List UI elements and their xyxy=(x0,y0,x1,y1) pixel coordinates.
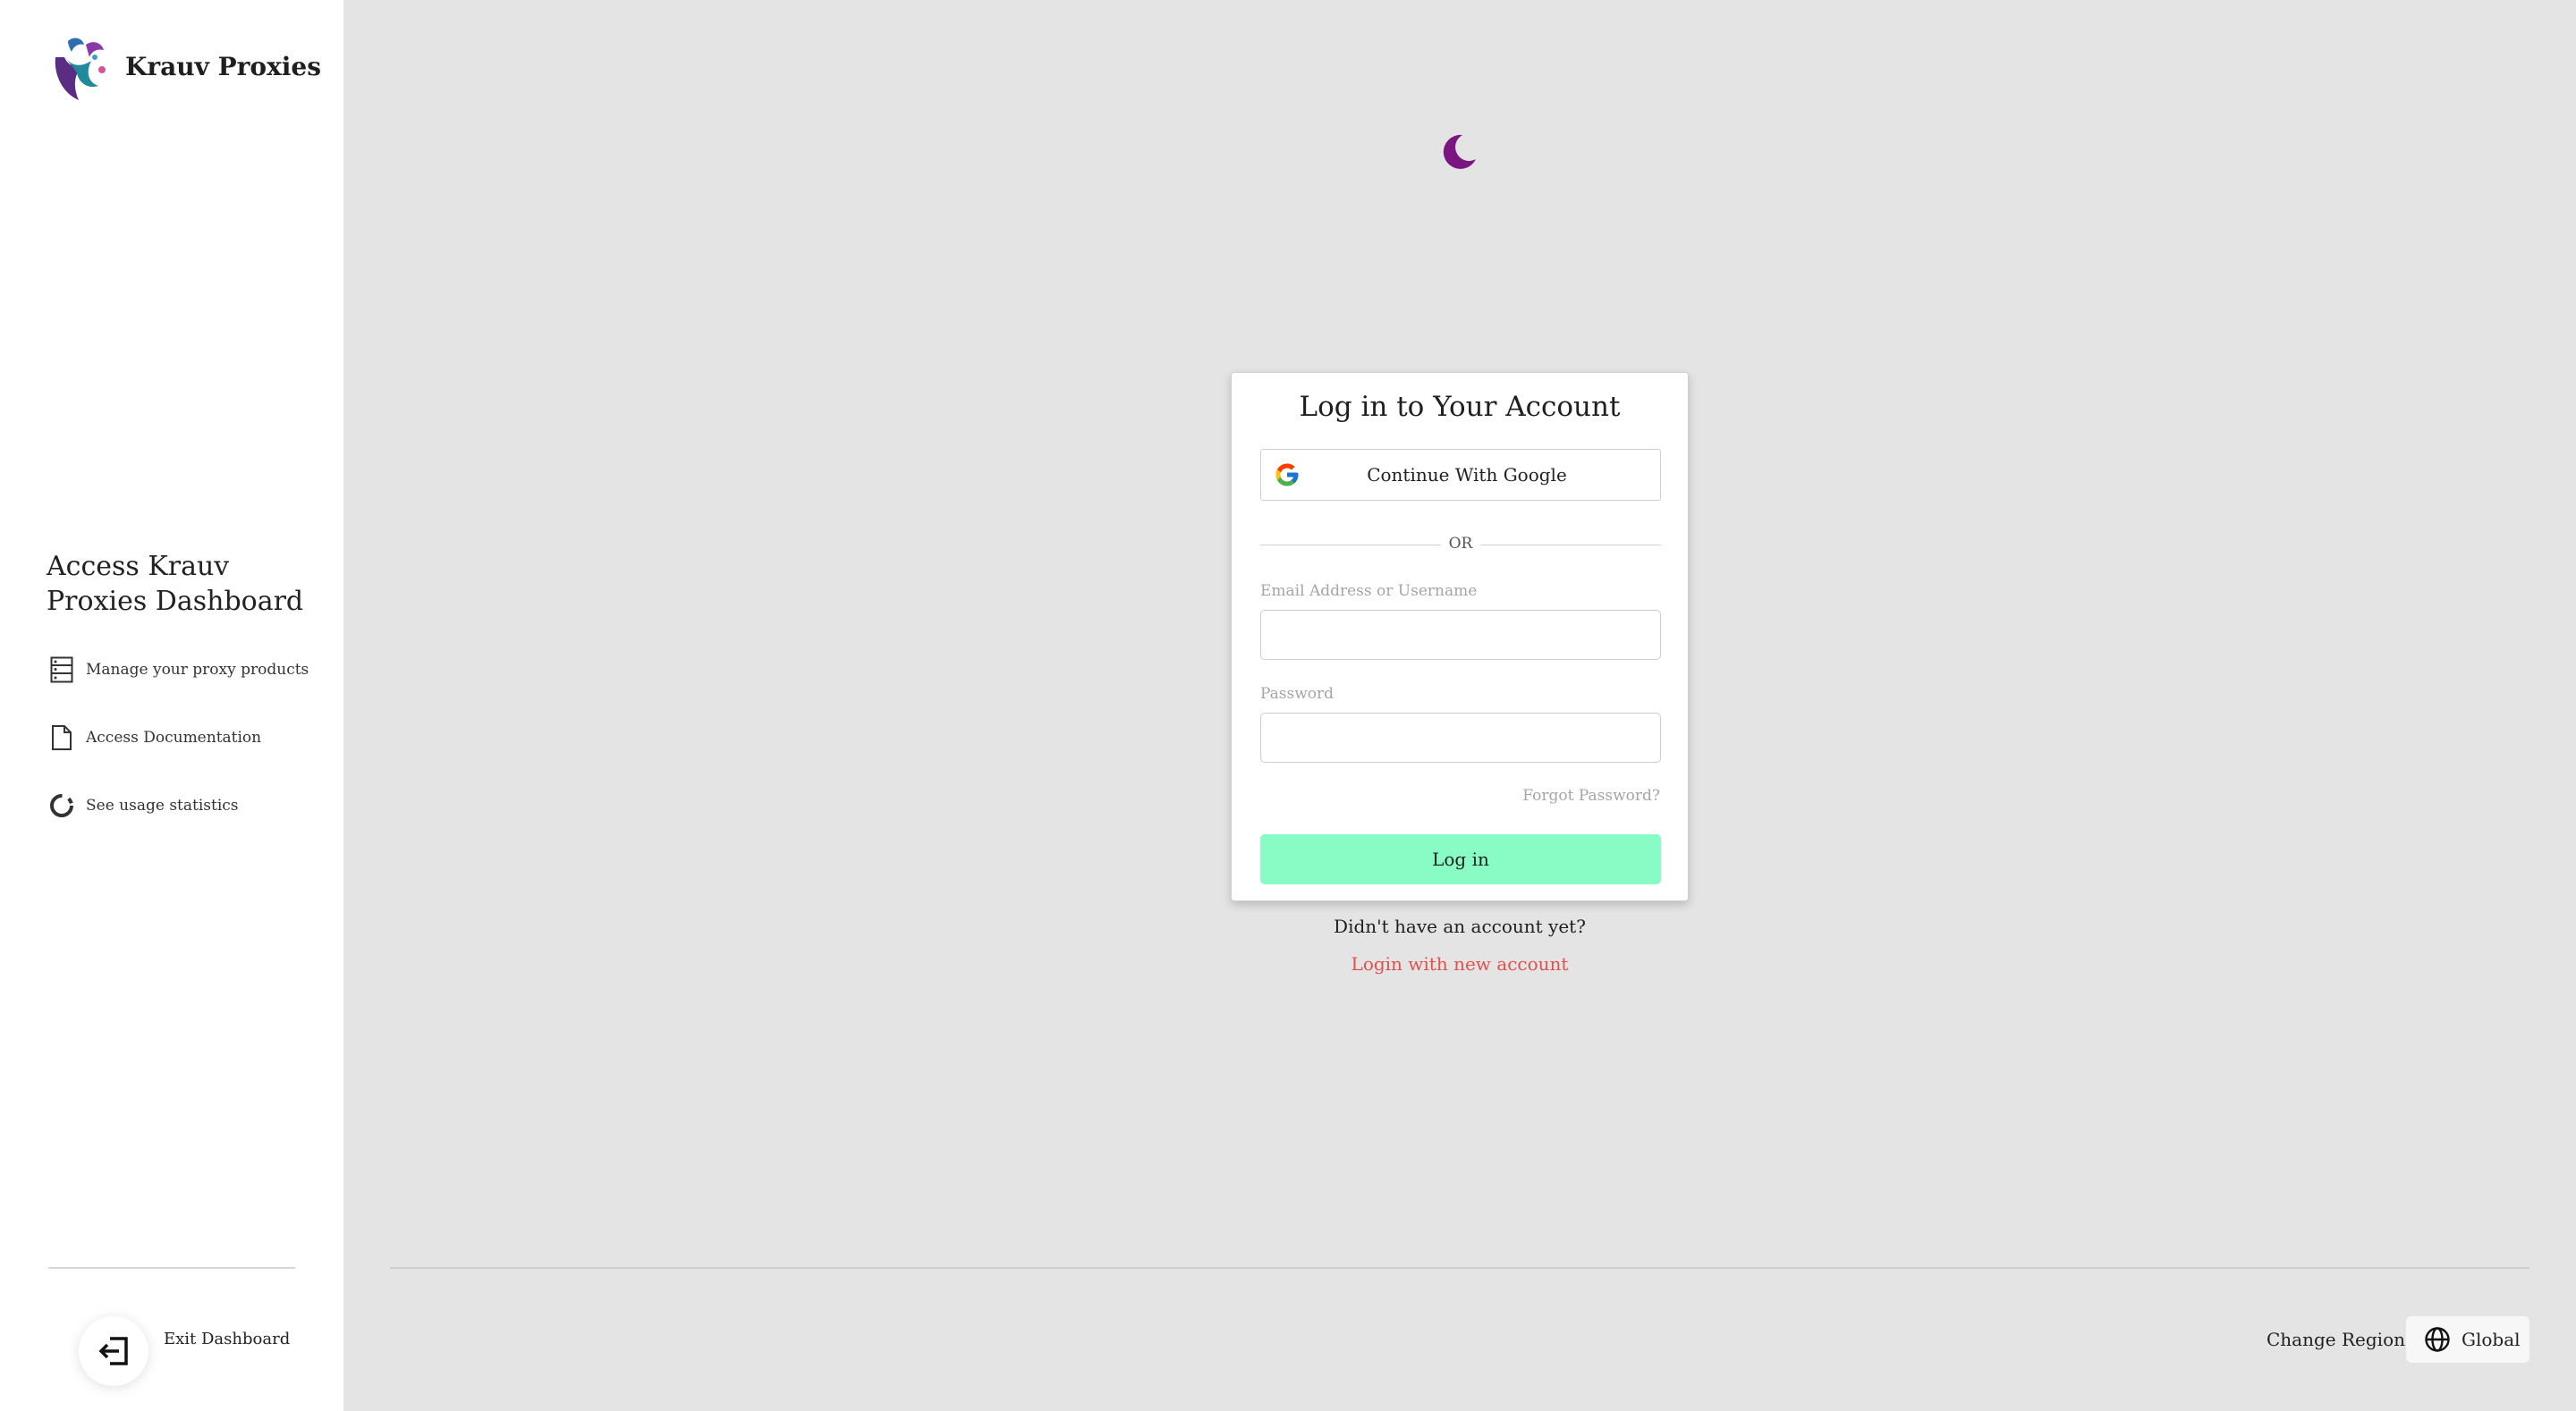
login-card: Log in to Your Account Continue With Goo… xyxy=(1231,372,1689,901)
globe-icon xyxy=(2425,1327,2450,1352)
feature-manage-proxies: Manage your proxy products xyxy=(48,656,309,683)
sidebar-heading: Access Krauv Proxies Dashboard xyxy=(47,551,304,617)
feature-label: Manage your proxy products xyxy=(86,661,309,679)
email-field[interactable] xyxy=(1260,610,1661,660)
sidebar-divider xyxy=(48,1267,295,1269)
or-divider: OR xyxy=(1260,532,1661,559)
google-button-label: Continue With Google xyxy=(1367,464,1567,486)
feature-label: See usage statistics xyxy=(86,797,239,815)
exit-dashboard-button[interactable] xyxy=(79,1316,148,1386)
document-icon xyxy=(48,724,75,751)
brand-name: Krauv Proxies xyxy=(125,51,321,81)
server-list-icon xyxy=(48,656,75,683)
exit-icon xyxy=(98,1337,128,1365)
donut-chart-icon xyxy=(48,792,75,819)
login-title: Log in to Your Account xyxy=(1299,391,1621,423)
region-selector[interactable]: Global xyxy=(2406,1316,2529,1363)
signup-prompt: Didn't have an account yet? xyxy=(1334,916,1586,937)
password-field[interactable] xyxy=(1260,713,1661,763)
brand[interactable]: Krauv Proxies xyxy=(47,30,321,102)
sidebar: Krauv Proxies Access Krauv Proxies Dashb… xyxy=(0,0,343,1411)
feature-usage-statistics: See usage statistics xyxy=(48,792,239,819)
or-label: OR xyxy=(1448,535,1473,553)
krauv-logo-icon xyxy=(55,38,106,100)
moon-icon[interactable] xyxy=(1441,132,1479,170)
region-value: Global xyxy=(2462,1329,2521,1350)
change-region-label: Change Region xyxy=(2267,1329,2405,1350)
feature-documentation: Access Documentation xyxy=(48,724,261,751)
login-button[interactable]: Log in xyxy=(1260,834,1661,884)
main-divider xyxy=(390,1267,2529,1269)
email-label: Email Address or Username xyxy=(1260,582,1478,600)
new-account-link[interactable]: Login with new account xyxy=(1231,953,1689,975)
forgot-password-link[interactable]: Forgot Password? xyxy=(1522,787,1660,805)
exit-dashboard-label[interactable]: Exit Dashboard xyxy=(164,1330,290,1348)
google-icon xyxy=(1275,463,1299,486)
continue-with-google-button[interactable]: Continue With Google xyxy=(1260,449,1661,501)
feature-label: Access Documentation xyxy=(86,729,262,747)
password-label: Password xyxy=(1260,685,1335,703)
